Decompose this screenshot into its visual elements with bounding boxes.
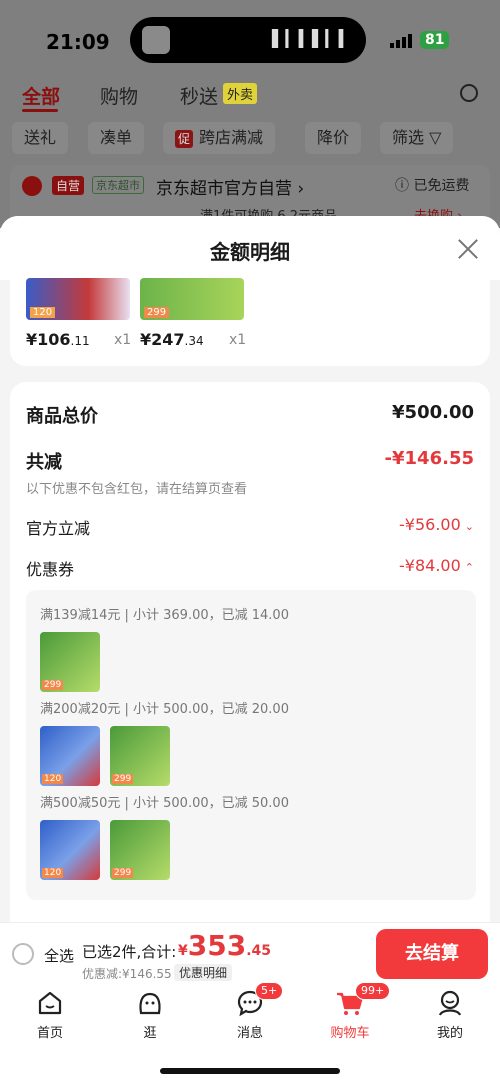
tab-label: 首页 — [36, 1026, 63, 1041]
coupon-label: 优惠券 — [26, 560, 75, 579]
thumb-tag: 299 — [112, 868, 134, 878]
discount-detail-button[interactable]: 优惠明细 — [174, 964, 233, 981]
chip-gift[interactable]: 送礼 — [12, 122, 69, 154]
coupon-line: 满139减14元 | 小计 369.00，已减 14.00 — [40, 608, 289, 623]
cu-badge: 促 — [175, 130, 194, 148]
total-dec: .45 — [246, 943, 272, 959]
tab-browse[interactable]: 逛 — [110, 988, 190, 1041]
chevron-up-icon: ⌃ — [464, 561, 474, 574]
official-discount-value: -¥56.00 — [399, 515, 461, 534]
checkout-bar: 全选 已选2件,合计: ¥353.45 优惠减:¥146.55 优惠明细 去结算 — [0, 922, 500, 984]
now-playing-thumbnail — [142, 26, 170, 54]
battery-indicator: 81 — [420, 31, 450, 49]
tab-label: 消息 — [236, 1026, 263, 1041]
price-int: ¥106 — [26, 330, 71, 349]
selected-count: 已选2件,合计: — [82, 943, 177, 961]
coupon-product-thumb[interactable]: 299 — [40, 632, 100, 692]
tab-miaosong[interactable]: 秒送 — [180, 82, 218, 109]
official-discount-row[interactable]: -¥56.00 ⌄ — [399, 515, 474, 534]
price-dec: .34 — [184, 334, 204, 348]
select-all-radio[interactable] — [12, 943, 34, 965]
close-icon[interactable] — [457, 238, 479, 260]
select-all-label[interactable]: 全选 — [44, 945, 74, 966]
tab-cart[interactable]: 99+ 购物车 — [310, 982, 391, 1041]
store-check-icon[interactable] — [22, 176, 42, 196]
coupon-product-thumb[interactable]: 120 — [40, 820, 100, 880]
total-reduce-label: 共减 — [26, 452, 62, 473]
tab-label: 逛 — [143, 1026, 157, 1041]
coupon-product-thumb[interactable]: 299 — [110, 726, 170, 786]
product-image[interactable]: 299 — [140, 278, 244, 320]
chevron-down-icon: ⌄ — [464, 520, 474, 533]
price-tag: 299 — [144, 307, 170, 318]
chip-coudan[interactable]: 凑单 — [88, 122, 145, 154]
discount-note: 以下优惠不包含红包，请在结算页查看 — [26, 482, 248, 497]
search-icon[interactable] — [460, 84, 478, 102]
coupon-row[interactable]: -¥84.00 ⌃ — [399, 556, 474, 575]
price-int: ¥247 — [140, 330, 185, 349]
coupon-detail-box: 满139减14元 | 小计 369.00，已减 14.00 299 满200减2… — [26, 590, 476, 900]
free-shipping: ⓘ 已免运费 — [395, 178, 470, 194]
sheet-title: 金额明细 — [210, 240, 290, 264]
store-name[interactable]: 京东超市官方自营 › — [156, 174, 304, 199]
discount-summary: 优惠减:¥146.55 — [82, 967, 172, 981]
coupon-line: 满500减50元 | 小计 500.00，已减 50.00 — [40, 796, 289, 811]
dynamic-island[interactable]: ▌▎▍▌▎▍ — [130, 17, 366, 63]
audio-wave-icon: ▌▎▍▌▎▍ — [272, 29, 352, 48]
product-image[interactable]: 120 — [26, 278, 130, 320]
sheet-header: 金额明细 — [0, 216, 500, 280]
chip-price-drop[interactable]: 降价 — [305, 122, 362, 154]
product-price: ¥247.34 — [140, 330, 204, 349]
chip-label: 跨店满减 — [199, 128, 264, 147]
signal-icon — [390, 34, 414, 48]
cart-badge: 99+ — [355, 982, 391, 1000]
price-tag: 120 — [30, 307, 56, 318]
product-price: ¥106.11 — [26, 330, 90, 349]
message-icon: 5+ — [235, 982, 284, 1018]
tab-me[interactable]: 我的 — [410, 988, 490, 1041]
tab-all[interactable]: 全部 — [22, 82, 60, 109]
coupon-line: 满200减20元 | 小计 500.00，已减 20.00 — [40, 702, 289, 717]
home-icon — [35, 988, 65, 1018]
tab-underline — [22, 109, 58, 112]
official-discount-label: 官方立减 — [26, 519, 91, 538]
product-qty: x1 — [114, 332, 132, 348]
thumb-tag: 120 — [42, 868, 64, 878]
coupon-product-thumb[interactable]: 299 — [110, 820, 170, 880]
total-reduce-value: -¥146.55 — [384, 448, 474, 469]
tab-messages[interactable]: 5+ 消息 — [210, 982, 290, 1041]
tab-home[interactable]: 首页 — [10, 988, 90, 1041]
thumb-tag: 299 — [42, 680, 64, 690]
price-dec: .11 — [70, 334, 90, 348]
chip-filter[interactable]: 筛选 ▽ — [380, 122, 454, 154]
total-price: ¥353.45 — [178, 929, 271, 962]
profile-icon — [435, 988, 465, 1018]
tab-shopping[interactable]: 购物 — [100, 82, 138, 109]
status-time: 21:09 — [46, 30, 110, 54]
waimai-badge: 外卖 — [223, 83, 258, 104]
tab-label: 我的 — [436, 1026, 463, 1041]
ziying-badge: 自营 — [52, 176, 85, 195]
currency: ¥ — [178, 943, 188, 959]
thumb-tag: 120 — [42, 774, 64, 784]
home-indicator[interactable] — [160, 1068, 340, 1074]
subtotal-label: 商品总价 — [26, 406, 98, 427]
chip-cross-store[interactable]: 促跨店满减 — [163, 122, 276, 154]
coupon-value: -¥84.00 — [399, 556, 461, 575]
message-badge: 5+ — [255, 982, 284, 1000]
cart-icon: 99+ — [335, 982, 391, 1018]
total-int: 353 — [187, 929, 247, 962]
product-qty: x1 — [229, 332, 247, 348]
amount-detail-sheet: 金额明细 120 299 ¥106.11 x1 ¥247.34 x1 商品总价 … — [0, 216, 500, 936]
browse-icon — [135, 988, 165, 1018]
thumb-tag: 299 — [112, 774, 134, 784]
jd-supermarket-badge: 京东超市 — [92, 176, 144, 194]
coupon-product-thumb[interactable]: 120 — [40, 726, 100, 786]
checkout-button[interactable]: 去结算 — [376, 929, 488, 979]
tab-label: 购物车 — [330, 1026, 370, 1041]
subtotal-value: ¥500.00 — [392, 402, 474, 423]
price-detail-card: 商品总价 ¥500.00 共减 -¥146.55 以下优惠不包含红包，请在结算页… — [10, 382, 490, 936]
product-list-card: 120 299 ¥106.11 x1 ¥247.34 x1 — [10, 278, 490, 366]
